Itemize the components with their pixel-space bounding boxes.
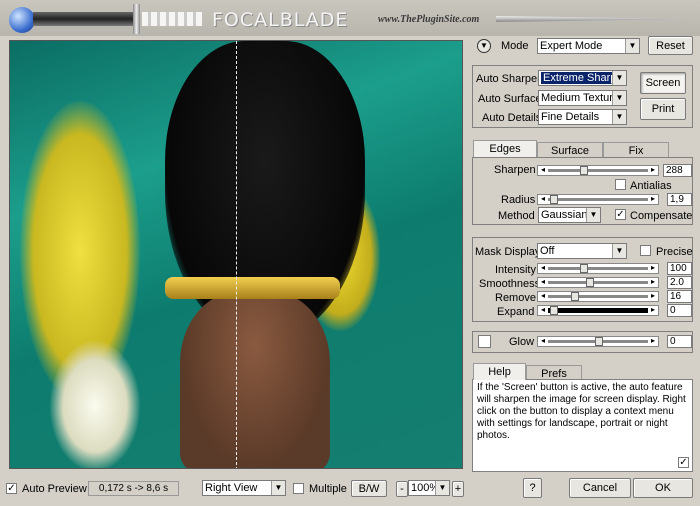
preview-split-line[interactable] — [236, 41, 237, 468]
sharpen-slider[interactable]: ◂ ▸ — [537, 165, 659, 176]
expand-label: Expand — [497, 306, 535, 318]
tab-help[interactable]: Help — [473, 363, 526, 380]
image-preview[interactable] — [9, 40, 463, 469]
chevron-down-icon: ▼ — [435, 481, 449, 495]
help-text-box: If the 'Screen' button is active, the au… — [472, 379, 693, 472]
app-logo: FOCALBLADE — [212, 9, 349, 31]
view-select[interactable]: Right View ▼ — [202, 480, 286, 496]
view-value: Right View — [205, 482, 258, 494]
smoothness-label: Smoothness — [479, 278, 541, 290]
reset-button[interactable]: Reset — [648, 36, 693, 55]
glow-checkbox[interactable] — [478, 335, 491, 348]
blade-icon — [133, 4, 140, 34]
auto-surface-select[interactable]: Medium Texturec ▼ — [538, 90, 627, 106]
back-skin — [180, 291, 330, 468]
header-bar: FOCALBLADE www.ThePluginSite.com — [0, 0, 700, 36]
radius-label: Radius — [501, 194, 536, 206]
mask-display-select[interactable]: Off ▼ — [537, 243, 627, 259]
mode-select-value: Expert Mode — [540, 40, 603, 52]
auto-sharpen-value: Extreme Sharp — [541, 72, 619, 84]
chevron-down-icon: ▼ — [612, 244, 626, 258]
print-button[interactable]: Print — [640, 98, 686, 120]
cancel-button[interactable]: Cancel — [569, 478, 631, 498]
auto-sharpen-label: Auto Sharpen — [476, 73, 544, 85]
intensity-value[interactable]: 100 — [667, 262, 692, 275]
method-value: Gaussian — [541, 209, 588, 221]
help-button[interactable]: ? — [523, 478, 542, 498]
mode-dropdown-icon[interactable]: ▼ — [477, 39, 491, 53]
auto-details-value: Fine Details — [541, 111, 600, 123]
intensity-label: Intensity — [495, 264, 536, 276]
expand-slider[interactable]: ◂ ▸ — [537, 305, 659, 316]
antialias-checkbox[interactable] — [615, 179, 626, 190]
mask-display-value: Off — [540, 245, 555, 257]
chevron-down-icon: ▼ — [612, 91, 626, 105]
help-text: If the 'Screen' button is active, the au… — [477, 382, 686, 441]
smoothness-value[interactable]: 2.0 — [667, 276, 692, 289]
intensity-slider[interactable]: ◂ ▸ — [537, 263, 659, 274]
chevron-down-icon: ▼ — [271, 481, 285, 495]
chevron-down-icon: ▼ — [586, 208, 600, 222]
timing-readout: 0,172 s -> 8,6 s — [88, 481, 179, 496]
compensate-label: Compensate — [630, 210, 693, 222]
auto-sharpen-select[interactable]: Extreme Sharp ▼ — [538, 70, 627, 86]
sharpen-label: Sharpen — [494, 164, 536, 176]
multiple-checkbox[interactable] — [293, 483, 304, 494]
gold-band — [165, 277, 340, 299]
tab-fix[interactable]: Fix — [603, 142, 669, 158]
expand-value[interactable]: 0 — [667, 304, 692, 317]
zoom-out-button[interactable]: - — [396, 481, 408, 497]
auto-details-label: Auto Details — [482, 112, 542, 124]
auto-preview-checkbox[interactable]: ✓ — [6, 483, 17, 494]
precise-label: Precise — [656, 246, 693, 258]
auto-details-select[interactable]: Fine Details ▼ — [538, 109, 627, 125]
feather-white — [50, 341, 140, 468]
chevron-down-icon: ▼ — [612, 71, 626, 85]
ok-button[interactable]: OK — [633, 478, 693, 498]
radius-slider[interactable]: ◂ ▸ — [537, 194, 659, 205]
compensate-checkbox[interactable]: ✓ — [615, 209, 626, 220]
method-select[interactable]: Gaussian ▼ — [538, 207, 601, 223]
antialias-label: Antialias — [630, 180, 672, 192]
zoom-select[interactable]: 100% ▼ — [408, 480, 450, 496]
method-label: Method — [498, 210, 535, 222]
radius-value[interactable]: 1,9 — [667, 193, 692, 206]
tab-edges[interactable]: Edges — [473, 140, 537, 157]
site-link[interactable]: www.ThePluginSite.com — [378, 14, 479, 25]
bw-button[interactable]: B/W — [351, 480, 387, 497]
zoom-in-button[interactable]: + — [452, 481, 464, 497]
smoothness-slider[interactable]: ◂ ▸ — [537, 277, 659, 288]
remove-slider[interactable]: ◂ ▸ — [537, 291, 659, 302]
blade-tip-icon — [496, 16, 696, 22]
help-checkbox[interactable]: ✓ — [678, 457, 689, 468]
multiple-label: Multiple — [309, 483, 347, 495]
sharpen-value[interactable]: 288 — [663, 164, 692, 177]
tab-surface[interactable]: Surface — [537, 142, 603, 158]
remove-value[interactable]: 16 — [667, 290, 692, 303]
glow-value[interactable]: 0 — [667, 335, 692, 348]
orb-icon — [9, 7, 35, 33]
screen-button[interactable]: Screen — [640, 72, 686, 94]
chevron-down-icon: ▼ — [612, 110, 626, 124]
blade-decor — [142, 12, 202, 26]
mask-display-label: Mask Display — [475, 246, 541, 258]
glow-slider[interactable]: ◂ ▸ — [537, 336, 659, 347]
chevron-down-icon: ▼ — [625, 39, 639, 53]
remove-label: Remove — [495, 292, 536, 304]
mode-select[interactable]: Expert Mode ▼ — [537, 38, 640, 54]
blade-handle-bar — [33, 12, 133, 26]
mode-label: Mode — [501, 40, 529, 52]
auto-preview-label: Auto Preview — [22, 483, 87, 495]
precise-checkbox[interactable] — [640, 245, 651, 256]
glow-label: Glow — [509, 336, 535, 348]
auto-surface-label: Auto Surface — [478, 93, 542, 105]
